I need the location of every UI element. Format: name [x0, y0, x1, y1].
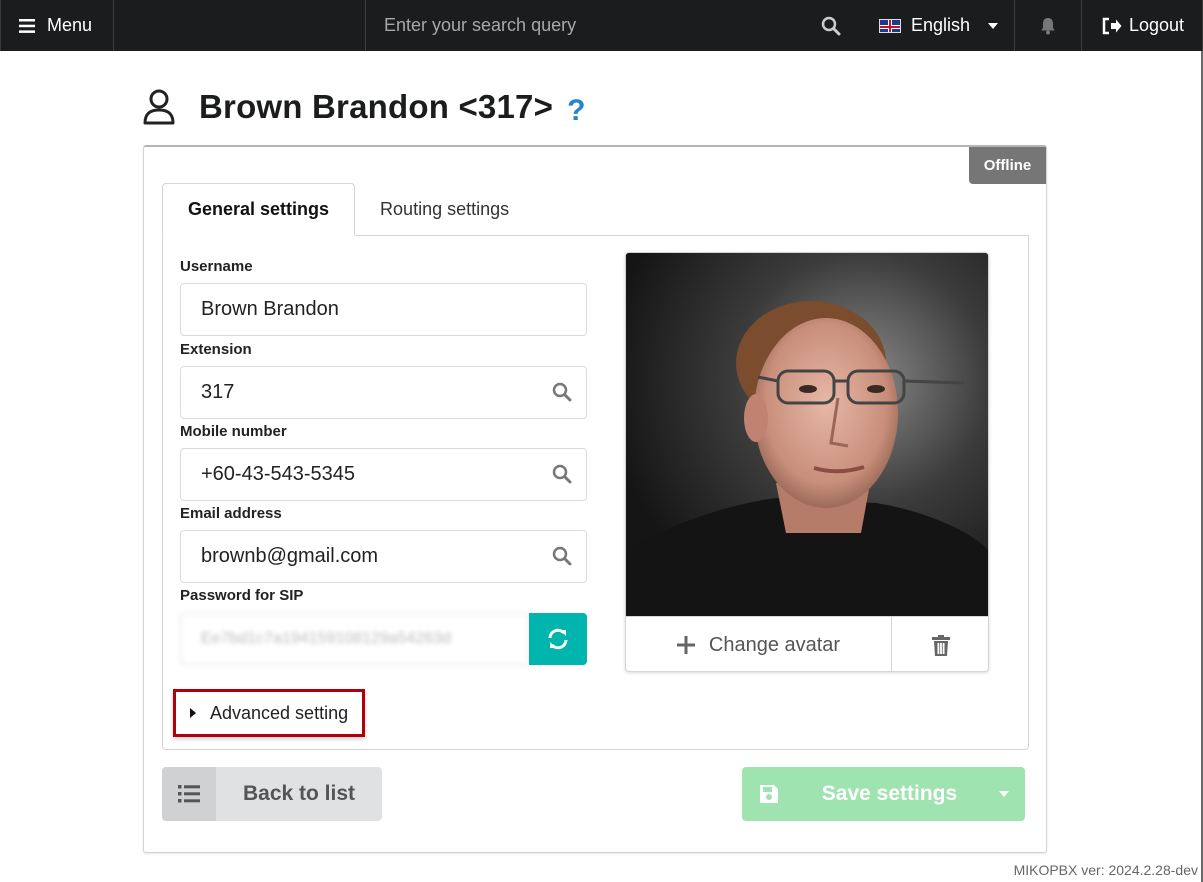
menu-label: Menu	[47, 15, 93, 35]
menu-button[interactable]: Menu	[1, 0, 114, 51]
page-header: Brown Brandon <317> ?	[143, 86, 585, 128]
status-badge: Offline	[969, 147, 1046, 184]
email-value: brownb@gmail.com	[201, 545, 379, 567]
save-settings-button[interactable]: Save settings	[742, 767, 1025, 821]
regenerate-password-button[interactable]	[529, 613, 587, 665]
search-icon	[552, 464, 572, 484]
language-label: English	[911, 15, 971, 35]
chevron-down-icon	[999, 791, 1009, 797]
logout-label: Logout	[1129, 15, 1185, 35]
sign-out-icon	[1102, 17, 1122, 34]
back-to-list-button[interactable]: Back to list	[162, 767, 382, 821]
tab-general-settings[interactable]: General settings	[162, 183, 356, 236]
extension-value: 317	[201, 381, 235, 403]
version-label: MIKOPBX ver: 2024.2.28-dev	[1013, 862, 1198, 878]
trash-icon	[932, 634, 950, 656]
user-settings-card: Offline General settings Routing setting…	[143, 145, 1047, 853]
username-label: Username	[180, 258, 253, 275]
password-label: Password for SIP	[180, 587, 304, 604]
sip-password-field[interactable]: Ee7bd1c7a194159108129a54263d	[180, 613, 529, 665]
avatar-photo	[626, 253, 988, 616]
plus-icon	[676, 636, 695, 654]
list-icon-container	[162, 767, 216, 821]
advanced-settings-label: Advanced setting	[210, 702, 349, 723]
uk-flag-icon	[879, 18, 901, 33]
logout-button[interactable]: Logout	[1082, 0, 1202, 51]
change-avatar-label: Change avatar	[708, 633, 841, 656]
email-field[interactable]: brownb@gmail.com	[180, 530, 587, 583]
email-label: Email address	[180, 505, 282, 522]
save-icon-container	[742, 767, 796, 821]
list-icon	[178, 785, 200, 803]
mobile-label: Mobile number	[180, 423, 287, 440]
back-to-list-label: Back to list	[242, 782, 356, 805]
extension-label: Extension	[180, 341, 252, 358]
search-icon	[552, 546, 572, 566]
delete-avatar-button[interactable]	[892, 617, 988, 671]
save-settings-label: Save settings	[821, 782, 958, 805]
mobile-field[interactable]: +60-43-543-5345	[180, 448, 587, 501]
notifications-button[interactable]	[1015, 0, 1082, 51]
caret-right-icon	[190, 708, 196, 718]
language-selector[interactable]: English	[865, 0, 1015, 51]
mobile-value: +60-43-543-5345	[201, 463, 356, 485]
question-icon[interactable]: ?	[567, 94, 585, 128]
username-field[interactable]: Brown Brandon	[180, 283, 587, 336]
search-icon[interactable]	[821, 16, 841, 36]
save-options-dropdown[interactable]	[983, 767, 1025, 821]
general-settings-pane: Username Brown Brandon Extension 317 Mob…	[162, 235, 1029, 750]
user-icon	[143, 89, 175, 125]
refresh-icon	[548, 628, 568, 650]
chevron-down-icon	[988, 22, 999, 29]
avatar-actions: Change avatar	[626, 616, 988, 671]
tab-bar: General settings Routing settings	[162, 183, 534, 236]
global-search	[366, 0, 865, 51]
search-input[interactable]	[384, 15, 744, 36]
page-title: Brown Brandon <317>	[199, 88, 554, 125]
bell-icon	[1041, 17, 1055, 34]
change-avatar-button[interactable]: Change avatar	[626, 617, 892, 671]
username-value: Brown Brandon	[201, 298, 339, 320]
search-icon	[552, 382, 572, 402]
navbar-spacer	[114, 0, 366, 51]
extension-field[interactable]: 317	[180, 366, 587, 419]
avatar-card: Change avatar	[625, 252, 989, 672]
floppy-disk-icon	[760, 785, 778, 803]
hamburger-icon	[19, 18, 35, 33]
tab-routing-settings[interactable]: Routing settings	[355, 183, 534, 236]
top-navbar: Menu English Logout	[0, 0, 1203, 51]
advanced-settings-toggle[interactable]: Advanced setting	[173, 689, 365, 737]
sip-password-value: Ee7bd1c7a194159108129a54263d	[201, 630, 452, 647]
